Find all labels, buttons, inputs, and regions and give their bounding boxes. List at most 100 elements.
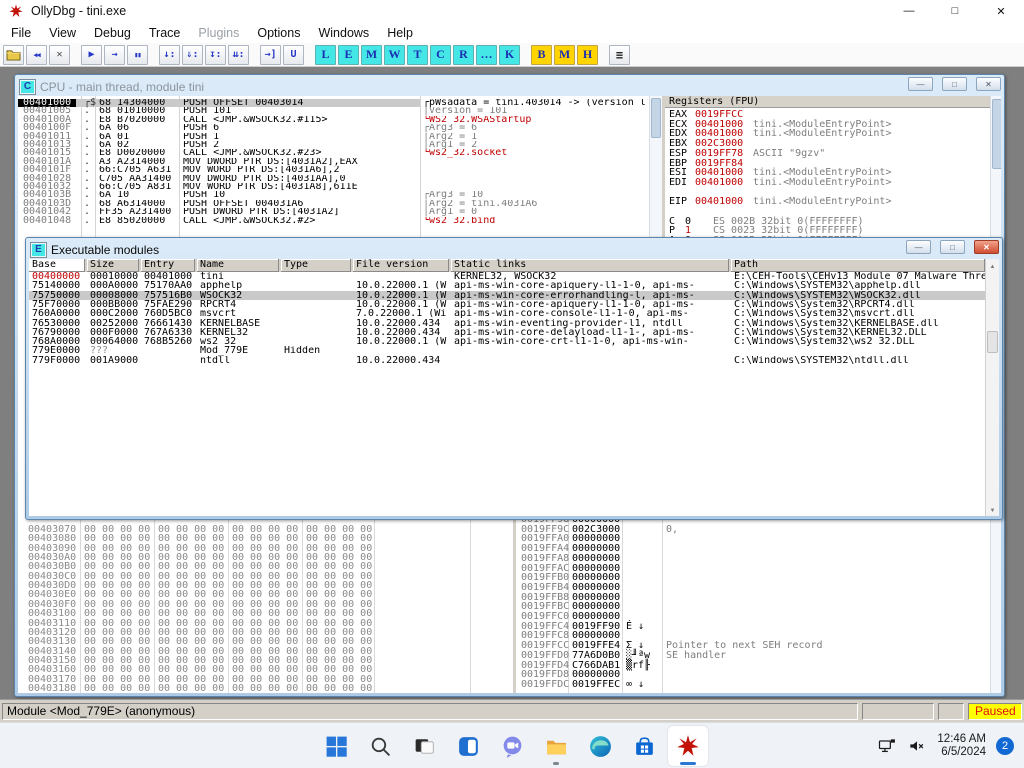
column-header-base[interactable]: Base [29,259,85,272]
menu-help[interactable]: Help [378,23,422,43]
minimize-icon[interactable]: — [886,0,932,22]
maximize-icon[interactable]: □ [932,0,978,22]
taskbar-start-icon[interactable] [316,726,356,766]
disasm-row[interactable]: 0040101A.A3 A2314000MOV DWORD PTR DS:[40… [18,158,649,166]
disasm-row[interactable]: 00401048.E8 85020000CALL <JMP.&WSOCK32.#… [18,217,649,225]
menu-view[interactable]: View [40,23,85,43]
windows-list-button[interactable]: ≡ [609,45,630,65]
trace-over-button[interactable]: ⇊: [228,45,249,65]
view-references-button[interactable]: R [453,45,474,65]
menu-debug[interactable]: Debug [85,23,140,43]
close-icon[interactable]: ✕ [978,0,1024,22]
module-row[interactable]: 75F70000000BB00075FAE290RPCRT410.0.22000… [29,300,987,309]
column-header-entry[interactable]: Entry [141,259,195,272]
scrollbar-thumb[interactable] [987,331,998,353]
disasm-row[interactable]: 0040103B.6A 10PUSH 10┌Arg3 = 10 [18,191,649,199]
disasm-row[interactable]: 00401013.6A 02PUSH 2│Arg1 = 2 [18,141,649,149]
hexdump-pane[interactable]: 0040307000 00 00 0000 00 00 0000 00 00 0… [18,513,513,693]
stack-pane[interactable]: 0019FF98000000000019FF9C002C30000,0019FF… [516,513,990,693]
taskbar-store-icon[interactable] [624,726,664,766]
view-call-stack-button[interactable]: K [499,45,520,65]
disasm-row[interactable]: 00401011.6A 01PUSH 1│Arg2 = 1 [18,133,649,141]
disasm-row[interactable]: 0040101F.66:C705 A631MOV WORD PTR DS:[40… [18,166,649,174]
taskbar-edge-icon[interactable] [580,726,620,766]
menu-plugins[interactable]: Plugins [189,23,248,43]
restore-icon[interactable]: □ [940,240,965,254]
minimize-icon[interactable]: — [906,240,931,254]
close-program-button[interactable]: ✕ [49,45,70,65]
run-button[interactable]: ▶ [81,45,102,65]
taskbar-clock[interactable]: 12:46 AM 6/5/2024 [937,733,986,760]
module-row[interactable]: 760A0000000C2000760D5BC0msvcrt7.0.22000.… [29,309,987,318]
module-row[interactable]: 765300000025200076661430KERNELBASE10.0.2… [29,319,987,328]
close-icon[interactable]: ✕ [974,240,999,254]
close-icon[interactable]: ✕ [976,77,1001,91]
scrollbar-thumb[interactable] [992,99,1001,169]
module-row[interactable]: 004000000001000000401000tiniKERNEL32, WS… [29,272,987,281]
disasm-row[interactable]: 0040103D.68 A6314000PUSH OFFSET 004031A6… [18,200,649,208]
go-to-user-code-button[interactable]: U [283,45,304,65]
module-row[interactable]: 75140000000A000075170AA0apphelp10.0.2200… [29,281,987,290]
menu-options[interactable]: Options [248,23,309,43]
taskbar-ollydbg-icon[interactable] [668,726,708,766]
breakpoints-button[interactable]: B [531,45,552,65]
modules-scrollbar[interactable]: ▲ ▼ [985,259,999,516]
menu-trace[interactable]: Trace [140,23,190,43]
disasm-row[interactable]: 00401042.FF35 A231400PUSH DWORD PTR DS:[… [18,208,649,216]
view-cpu-button[interactable]: C [430,45,451,65]
trace-into-button[interactable]: ↧: [205,45,226,65]
taskbar-search-icon[interactable] [360,726,400,766]
module-row[interactable]: 7575000000008000757516B0WSOCK3210.0.2200… [29,291,987,300]
disasm-row[interactable]: 00401028.C705 AA31400MOV DWORD PTR DS:[4… [18,175,649,183]
modules-titlebar[interactable]: E Executable modules [29,240,999,259]
open-file-button[interactable] [3,45,24,65]
pause-button[interactable]: ▮▮ [127,45,148,65]
column-header-name[interactable]: Name [197,259,279,272]
view-log-button[interactable]: L [315,45,336,65]
module-row[interactable]: 768A000000064000768B5260ws2_3210.0.22000… [29,337,987,346]
scroll-down-icon[interactable]: ▼ [986,504,999,516]
stack-row[interactable]: 0019FFDC0019FFEC∞ ↓ [516,680,990,690]
taskbar-chat-icon[interactable] [492,726,532,766]
column-header-file-version[interactable]: File version [353,259,449,272]
view-executables-button[interactable]: E [338,45,359,65]
menu-file[interactable]: File [2,23,40,43]
memory-breakpoints-button[interactable]: M [554,45,575,65]
view-windows-button[interactable]: W [384,45,405,65]
column-header-type[interactable]: Type [281,259,351,272]
taskbar-widgets-icon[interactable] [448,726,488,766]
hardware-breakpoints-button[interactable]: H [577,45,598,65]
step-into-button[interactable]: ↓: [159,45,180,65]
restore-icon[interactable]: □ [942,77,967,91]
column-header-path[interactable]: Path [731,259,985,272]
module-row[interactable]: 779E0000???Mod_779EHidden [29,346,987,355]
scrollbar-thumb[interactable] [651,98,661,138]
taskbar-file-explorer-icon[interactable] [536,726,576,766]
register-row[interactable]: EIP00401000tini.<ModuleEntryPoint> [665,197,990,207]
execute-till-return-button[interactable]: →] [260,45,281,65]
app-titlebar[interactable]: OllyDbg - tini.exe — □ ✕ [0,0,1024,22]
module-row[interactable]: 76790000000F0000767A6330KERNEL3210.0.220… [29,328,987,337]
resume-button[interactable]: → [104,45,125,65]
view-memory-button[interactable]: M [361,45,382,65]
disasm-row[interactable]: 00401000┌$68 14304000PUSH OFFSET 0040301… [18,99,649,107]
step-over-button[interactable]: ⇓: [182,45,203,65]
minimize-icon[interactable]: — [908,77,933,91]
module-row[interactable]: 779F0000001A9000ntdll10.0.22000.434C:\Wi… [29,356,987,365]
column-header-size[interactable]: Size [87,259,139,272]
disasm-row[interactable]: 00401005.68 01010000PUSH 101│Version = 1… [18,107,649,115]
column-header-static-links[interactable]: Static links [451,259,729,272]
scroll-up-icon[interactable]: ▲ [986,260,999,273]
network-icon[interactable] [877,736,897,756]
volume-muted-icon[interactable] [907,736,927,756]
menu-windows[interactable]: Windows [309,23,378,43]
register-row[interactable]: EDI00401000tini.<ModuleEntryPoint> [665,178,990,188]
dump-row[interactable]: 0040318000 00 00 0000 00 00 0000 00 00 0… [18,684,513,693]
view-more-button[interactable]: … [476,45,497,65]
notification-badge[interactable]: 2 [996,737,1014,755]
view-threads-button[interactable]: T [407,45,428,65]
restart-button[interactable]: ◀◀ [26,45,47,65]
cpu-titlebar[interactable]: C CPU - main thread, module tini [18,77,1001,96]
disasm-row[interactable]: 0040100A.E8 B7020000CALL <JMP.&WSOCK32.#… [18,116,649,124]
disasm-row[interactable]: 0040100F.6A 06PUSH 6┌Arg3 = 6 [18,124,649,132]
